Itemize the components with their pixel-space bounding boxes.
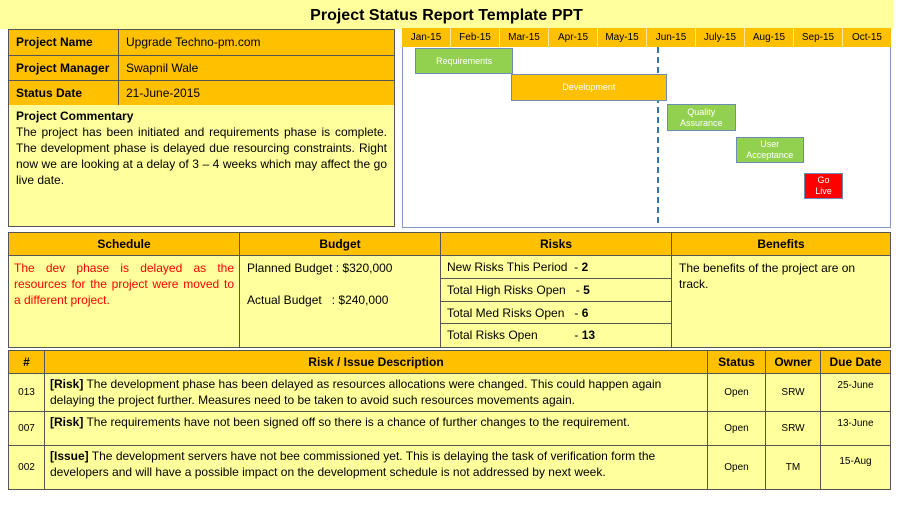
status-date-row: Status Date 21-June-2015: [8, 80, 395, 107]
issue-type: [Risk]: [50, 377, 84, 391]
project-info-table: Project Name Upgrade Techno-pm.com Proje…: [8, 29, 395, 107]
project-manager-value: Swapnil Wale: [118, 54, 395, 81]
risk-count-row: New Risks This Period - 2: [441, 256, 671, 279]
risk-count-label: Total Risks Open -: [447, 328, 579, 343]
actual-budget-value: $240,000: [338, 293, 389, 307]
risks-cell: New Risks This Period - 2 Total High Ris…: [440, 255, 672, 348]
project-name-label: Project Name: [8, 29, 119, 56]
risk-issue-table: # Risk / Issue Description Status Owner …: [8, 350, 891, 490]
risk-count-value: 13: [581, 328, 596, 343]
risk-count-row: Total Risks Open - 13: [441, 324, 671, 347]
gantt-task-requirements: Requirements: [415, 48, 514, 74]
gantt-month: Jun-15: [647, 28, 696, 47]
col-description-header: Risk / Issue Description: [44, 350, 708, 374]
issue-type: [Issue]: [50, 449, 89, 463]
benefits-text: The benefits of the project are on track…: [671, 255, 891, 348]
gantt-task-user-acceptance: User Acceptance: [735, 137, 804, 163]
issue-status: Open: [707, 373, 766, 412]
gantt-body: Requirements Development Quality Assurance U…: [402, 47, 891, 228]
project-manager-label: Project Manager: [8, 54, 119, 81]
gantt-task-label: Go Live: [815, 175, 832, 196]
issue-owner: SRW: [765, 373, 821, 412]
schedule-header: Schedule: [8, 232, 240, 256]
col-due-date-header: Due Date: [820, 350, 891, 374]
gantt-month: Aug-15: [745, 28, 794, 47]
issue-id: 002: [8, 445, 45, 490]
schedule-text: The dev phase is delayed as the resource…: [8, 255, 240, 348]
gantt-chart: Jan-15 Feb-15 Mar-15 Apr-15 May-15 Jun-1…: [402, 28, 891, 228]
gantt-month: July-15: [696, 28, 745, 47]
issue-description: [Risk] The development phase has been de…: [44, 373, 708, 412]
col-number-header: #: [8, 350, 45, 374]
risks-header: Risks: [440, 232, 672, 256]
project-manager-row: Project Manager Swapnil Wale: [8, 54, 395, 81]
gantt-task-go-live: Go Live: [803, 173, 844, 199]
issue-text: The development servers have not bee com…: [50, 449, 656, 479]
issue-due-date: 15-Aug: [820, 445, 891, 490]
benefits-header: Benefits: [671, 232, 891, 256]
issue-type: [Risk]: [50, 415, 84, 429]
planned-budget-label: Planned Budget :: [247, 261, 340, 275]
gantt-month: Mar-15: [500, 28, 549, 47]
col-owner-header: Owner: [765, 350, 821, 374]
issue-owner: SRW: [765, 411, 821, 446]
risk-count-label: New Risks This Period -: [447, 260, 579, 274]
issue-status: Open: [707, 445, 766, 490]
risk-count-value: 6: [581, 305, 589, 320]
risk-count-label: Total Med Risks Open -: [447, 305, 579, 320]
risk-count-value: 5: [583, 282, 590, 297]
gantt-month-header: Jan-15 Feb-15 Mar-15 Apr-15 May-15 Jun-1…: [402, 28, 891, 47]
planned-budget: Planned Budget : $320,000: [247, 260, 433, 276]
gantt-month: Oct-15: [843, 28, 891, 47]
issue-id: 013: [8, 373, 45, 412]
commentary-title: Project Commentary: [16, 109, 134, 123]
planned-budget-value: $320,000: [342, 261, 393, 275]
issue-description: [Issue] The development servers have not…: [44, 445, 708, 490]
gantt-task-label: User Acceptance: [746, 139, 794, 160]
gantt-month: Feb-15: [451, 28, 500, 47]
risk-count-label: Total High Risks Open -: [447, 282, 580, 297]
risk-count-value: 2: [581, 260, 589, 274]
table-row: 007 [Risk] The requirements have not bee…: [8, 411, 891, 446]
issue-id: 007: [8, 411, 45, 446]
commentary-text: The project has been initiated and requi…: [16, 125, 387, 187]
project-name-value: Upgrade Techno-pm.com: [118, 29, 395, 56]
gantt-task-label: Requirements: [436, 55, 493, 66]
gantt-month: Sep-15: [794, 28, 843, 47]
status-date-label: Status Date: [8, 80, 119, 107]
issue-status: Open: [707, 411, 766, 446]
gantt-task-development: Development: [510, 74, 668, 101]
summary-table: Schedule Budget Risks Benefits The dev p…: [8, 232, 891, 348]
gantt-task-quality-assurance: Quality Assurance: [667, 104, 736, 131]
project-commentary: Project Commentary The project has been …: [8, 105, 395, 227]
risk-count-row: Total High Risks Open - 5: [441, 279, 671, 302]
actual-budget-label: Actual Budget :: [247, 293, 336, 307]
gantt-month: Jan-15: [402, 28, 451, 47]
gantt-task-label: Quality Assurance: [680, 106, 723, 128]
issue-description: [Risk] The requirements have not been si…: [44, 411, 708, 446]
table-row: 013 [Risk] The development phase has bee…: [8, 373, 891, 412]
project-name-row: Project Name Upgrade Techno-pm.com: [8, 29, 395, 56]
gantt-task-label: Development: [562, 82, 616, 92]
issue-text: The requirements have not been signed of…: [83, 415, 630, 429]
budget-cell: Planned Budget : $320,000 Actual Budget …: [239, 255, 441, 348]
gantt-month: Apr-15: [549, 28, 598, 47]
issue-owner: TM: [765, 445, 821, 490]
page-title: Project Status Report Template PPT: [0, 0, 893, 29]
actual-budget: Actual Budget : $240,000: [247, 292, 433, 308]
risk-count-row: Total Med Risks Open - 6: [441, 302, 671, 325]
issue-due-date: 13-June: [820, 411, 891, 446]
col-status-header: Status: [707, 350, 766, 374]
table-row: 002 [Issue] The development servers have…: [8, 445, 891, 490]
budget-header: Budget: [239, 232, 441, 256]
status-date-value: 21-June-2015: [118, 80, 395, 107]
gantt-month: May-15: [598, 28, 647, 47]
issue-text: The development phase has been delayed a…: [50, 377, 662, 407]
issue-due-date: 25-June: [820, 373, 891, 412]
